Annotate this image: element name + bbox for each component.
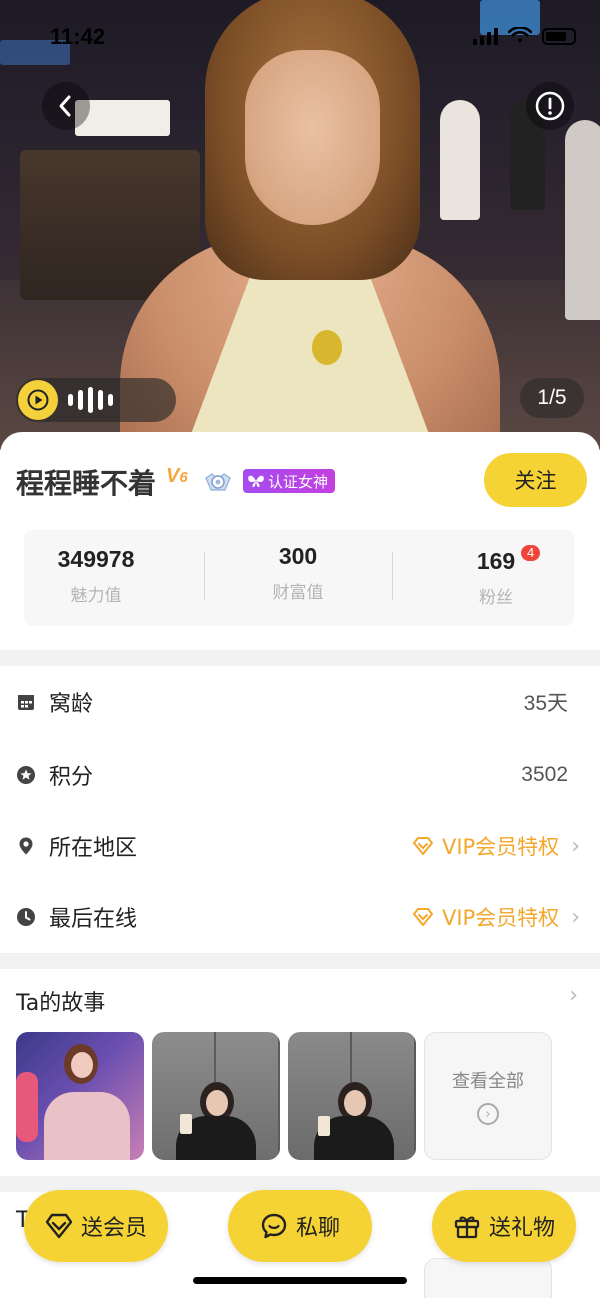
vip-level-letter: V bbox=[166, 465, 180, 487]
section-divider bbox=[0, 650, 600, 666]
story-chevron-right-icon[interactable]: › bbox=[569, 983, 578, 1008]
photo-pedestrian bbox=[565, 120, 600, 320]
star-circle-icon bbox=[17, 766, 35, 784]
fans-value: 169 bbox=[476, 548, 516, 574]
vip-diamond-icon bbox=[412, 908, 433, 926]
info-row-last-online[interactable]: 最后在线 VIP会员特权 › bbox=[0, 882, 600, 952]
status-time: 11:42 bbox=[50, 24, 106, 49]
signal-icon bbox=[473, 27, 498, 45]
fans-stat[interactable]: 169 粉丝 bbox=[422, 530, 570, 626]
story-thumbnail[interactable] bbox=[288, 1032, 416, 1160]
verified-goddess-label: 认证女神 bbox=[268, 472, 329, 491]
story-title: Ta的故事 bbox=[16, 991, 106, 1016]
gift-vip-label: 送会员 bbox=[80, 1216, 147, 1241]
region-vip-label: VIP会员特权 bbox=[441, 835, 560, 859]
butterfly-icon bbox=[248, 475, 264, 487]
thumb-figure-face bbox=[344, 1090, 366, 1116]
chevron-right-icon: › bbox=[571, 833, 580, 859]
story-thumbnail[interactable] bbox=[16, 1032, 144, 1160]
back-button[interactable] bbox=[42, 82, 90, 130]
wealth-value: 300 bbox=[278, 543, 318, 569]
location-pin-icon bbox=[19, 837, 33, 855]
battery-icon bbox=[542, 27, 576, 45]
nest-age-value: 35天 bbox=[523, 692, 568, 715]
profile-card: 程程睡不着 V6 认证女神 关注 349978 魅力值 300 财富值 169 … bbox=[0, 432, 600, 652]
send-gift-button[interactable]: 送礼物 bbox=[432, 1190, 576, 1262]
private-chat-button[interactable]: 私聊 bbox=[228, 1190, 372, 1262]
last-online-vip-label: VIP会员特权 bbox=[441, 906, 560, 930]
vip-level-badge: V6 bbox=[166, 465, 188, 488]
wealth-stat[interactable]: 300 财富值 bbox=[224, 530, 372, 626]
medal-icon bbox=[205, 473, 231, 491]
region-vip-link[interactable]: VIP会员特权 › bbox=[412, 831, 580, 861]
next-section-view-all[interactable] bbox=[424, 1258, 552, 1298]
points-value: 3502 bbox=[521, 763, 568, 786]
arrow-right-circle-icon: › bbox=[477, 1103, 499, 1125]
view-all-label: 查看全部 bbox=[452, 1071, 524, 1092]
thumb-figure-body bbox=[44, 1092, 130, 1160]
wealth-label: 财富值 bbox=[272, 583, 324, 603]
photo-subject-pendant bbox=[312, 330, 342, 365]
send-gift-label: 送礼物 bbox=[488, 1216, 555, 1241]
chevron-left-icon bbox=[59, 95, 71, 117]
private-chat-label: 私聊 bbox=[295, 1216, 340, 1241]
region-label: 所在地区 bbox=[49, 836, 138, 861]
gift-vip-button[interactable]: 送会员 bbox=[24, 1190, 168, 1262]
chat-bubble-icon bbox=[261, 1213, 287, 1239]
status-bar: 11:42 bbox=[0, 0, 600, 76]
info-row-region[interactable]: 所在地区 VIP会员特权 › bbox=[0, 811, 600, 881]
info-row-points: 积分 3502 bbox=[0, 740, 600, 810]
gift-icon bbox=[454, 1216, 480, 1239]
vip-diamond-icon bbox=[45, 1213, 73, 1239]
photo-subject-face bbox=[245, 50, 380, 225]
charm-stat[interactable]: 349978 魅力值 bbox=[24, 530, 168, 626]
story-view-all-button[interactable]: 查看全部 › bbox=[424, 1032, 552, 1160]
nest-age-label: 窝龄 bbox=[49, 692, 94, 717]
profile-name: 程程睡不着 bbox=[16, 467, 157, 500]
charm-label: 魅力值 bbox=[70, 586, 122, 606]
chevron-right-icon: › bbox=[571, 904, 580, 930]
story-thumbnail[interactable] bbox=[152, 1032, 280, 1160]
stats-panel: 349978 魅力值 300 财富值 169 粉丝 4 bbox=[24, 530, 574, 626]
follow-button[interactable]: 关注 bbox=[484, 453, 587, 507]
thumb-figure-face bbox=[206, 1090, 228, 1116]
report-button[interactable] bbox=[526, 82, 574, 130]
calendar-icon bbox=[18, 695, 34, 710]
stat-divider bbox=[204, 552, 205, 600]
info-row-nest-age: 窝龄 35天 bbox=[0, 667, 600, 737]
sound-wave-icon bbox=[68, 387, 113, 413]
new-fans-badge: 4 bbox=[521, 545, 541, 561]
last-online-vip-link[interactable]: VIP会员特权 › bbox=[412, 902, 580, 932]
vip-level-number: 6 bbox=[179, 469, 188, 486]
verified-goddess-badge: 认证女神 bbox=[243, 469, 336, 493]
voice-intro-player[interactable] bbox=[16, 378, 176, 422]
play-icon[interactable] bbox=[18, 380, 58, 420]
photo-counter: 1/5 bbox=[520, 378, 584, 418]
thumb-decoration bbox=[16, 1072, 38, 1142]
clock-icon bbox=[17, 908, 35, 926]
status-icons bbox=[473, 27, 576, 45]
home-indicator bbox=[193, 1277, 407, 1284]
charm-value: 349978 bbox=[57, 546, 135, 572]
fans-label: 粉丝 bbox=[479, 588, 513, 608]
thumb-drink-cup bbox=[180, 1114, 192, 1134]
alert-circle-icon bbox=[535, 91, 565, 121]
points-label: 积分 bbox=[49, 765, 94, 790]
last-online-label: 最后在线 bbox=[49, 907, 138, 932]
thumb-drink-cup bbox=[318, 1116, 330, 1136]
photo-pedestrian bbox=[440, 100, 480, 220]
section-divider bbox=[0, 953, 600, 969]
thumb-figure-face bbox=[71, 1052, 93, 1078]
stat-divider bbox=[392, 552, 393, 600]
wifi-icon bbox=[508, 27, 532, 43]
vip-diamond-icon bbox=[412, 837, 433, 855]
